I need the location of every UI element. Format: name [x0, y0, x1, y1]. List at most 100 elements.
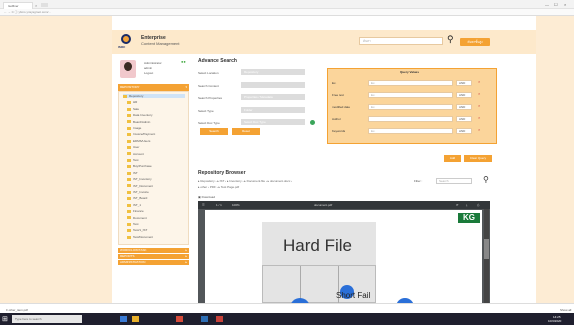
taskbar-search[interactable]: Type here to search [12, 315, 82, 323]
query-input[interactable]: Ex. [368, 80, 453, 86]
tree-item[interactable]: User [127, 145, 188, 149]
operator-select[interactable]: AND [456, 116, 472, 122]
close-icon[interactable]: × [35, 3, 37, 8]
tree-item[interactable]: Test [127, 158, 188, 162]
remove-icon[interactable]: × [478, 91, 480, 96]
tree-item[interactable]: Invoice/Payment [127, 132, 188, 136]
tree-item[interactable]: EDMS/Users [127, 139, 188, 143]
properties-field[interactable]: Properties / Metadata [241, 94, 305, 100]
content-field[interactable] [241, 82, 305, 88]
folder-icon [127, 209, 131, 213]
advance-search-button[interactable]: ค้นหาขั้นสูง [460, 38, 490, 46]
tree-item[interactable]: Test/1_IST [127, 228, 188, 233]
query-input[interactable]: Ex. [368, 92, 453, 98]
show-all-link[interactable]: Show all [560, 308, 571, 312]
viewer-scrollbar[interactable] [484, 209, 489, 303]
download-item[interactable]: ≡ other_item.pdf [6, 308, 28, 312]
print-icon[interactable]: ⎙ [477, 203, 479, 207]
operator-select[interactable]: AND [456, 104, 472, 110]
tree-item-label: Repository [129, 94, 144, 98]
chevron-right-icon: ▸ [185, 254, 187, 258]
tree-item[interactable]: Board/Admin [127, 120, 188, 124]
search-icon[interactable]: ⚲ [483, 175, 489, 184]
query-label: Free text [332, 93, 344, 97]
tree-item-label: Test/1_IST [133, 228, 148, 233]
tree-item[interactable]: IST_1 [127, 203, 188, 207]
tree-item[interactable]: Account [127, 152, 188, 156]
tree-item[interactable]: IST_Invoice [127, 190, 188, 194]
tree-item-label: Image [133, 126, 142, 130]
tree-item[interactable]: Finance [127, 209, 188, 213]
filter-input[interactable]: Search [436, 178, 472, 184]
search-button[interactable]: Search [200, 128, 228, 135]
operator-select[interactable]: AND [456, 92, 472, 98]
remove-icon[interactable]: × [478, 79, 480, 84]
tree-item[interactable]: Document [127, 216, 188, 220]
powerpoint-icon[interactable] [216, 316, 223, 322]
sidebar-section-workflow[interactable]: WORKFLOW/TASK ▸ [118, 248, 189, 253]
location-field[interactable]: Repository [241, 69, 305, 75]
tree-item[interactable]: Repository [123, 94, 185, 98]
menu-icon[interactable]: ☰ [202, 203, 205, 207]
folder-icon[interactable] [132, 316, 139, 322]
brand-logo: KG [458, 213, 480, 223]
browser-tab[interactable]: Isolfiner [3, 2, 33, 9]
tree-item[interactable]: IST_Board [127, 196, 188, 200]
tree-item[interactable]: Data Inventory [127, 113, 188, 117]
folder-icon [127, 171, 131, 175]
tree-item[interactable]: IST_Inventory [127, 177, 188, 181]
new-tab-button[interactable] [41, 3, 48, 7]
tree-item[interactable]: Buy/Purchase [127, 164, 188, 168]
operator-select[interactable]: AND [456, 128, 472, 134]
type-select[interactable]: Folder [241, 107, 305, 113]
reset-button[interactable]: Reset [232, 128, 260, 135]
windows-start-icon[interactable]: ⊞ [2, 315, 8, 323]
tree-item[interactable]: HR [127, 100, 188, 104]
breadcrumb[interactable]: ▸ Repository › ▸ IST › ▸ Inventory › ▸ D… [198, 179, 292, 183]
search-icon[interactable]: ⚲ [447, 35, 454, 44]
download-icon[interactable]: ⤓ [466, 203, 467, 207]
rotate-icon[interactable]: ⟳ [456, 203, 459, 207]
taskbar-app-icon[interactable] [120, 316, 127, 322]
operator-select[interactable]: AND [456, 80, 472, 86]
tree-item[interactable]: Image [127, 126, 188, 130]
clear-query-button[interactable]: Clear Query [464, 155, 492, 162]
add-query-button[interactable]: Add [444, 155, 461, 162]
tree-item[interactable]: IST_Document [127, 184, 188, 188]
remove-icon[interactable]: × [478, 127, 480, 132]
download-link[interactable]: ▣ Download [198, 195, 215, 199]
tree-item[interactable]: Test/Document [127, 235, 188, 239]
remove-icon[interactable]: × [478, 103, 480, 108]
viewer-page-number[interactable]: 1 / 1 [216, 203, 222, 207]
tree-item[interactable]: Sale [127, 107, 188, 111]
window-close-icon[interactable]: × [564, 2, 566, 7]
url-text[interactable]: ← → C ⓘ ybms.ynsysgroot.com/... [4, 10, 51, 15]
logout-link[interactable]: Logout [144, 71, 153, 75]
query-input[interactable] [368, 116, 453, 122]
page-subheading: Short Fail [336, 291, 371, 300]
breadcrumb-line-2[interactable]: ▸ other › PDF › ▸ Test Page.pdf [198, 185, 239, 189]
sidebar-section-admin[interactable]: ADMINISTRATION ▸ [118, 260, 189, 265]
folder-icon [127, 222, 131, 226]
doc-type-select[interactable]: Select Doc Type [241, 119, 305, 125]
field-label: Search Content [198, 84, 219, 88]
tree-item[interactable]: Test [127, 222, 188, 226]
query-input[interactable]: Ex. [368, 104, 453, 110]
add-icon[interactable] [310, 120, 315, 125]
advance-search-title: Advance Search [198, 58, 237, 64]
remove-icon[interactable]: × [478, 115, 480, 120]
query-input[interactable]: Ex. [368, 128, 453, 134]
folder-icon [127, 152, 131, 156]
repository-header[interactable]: REPOSITORY ▾ [118, 84, 189, 91]
word-icon[interactable] [201, 316, 208, 322]
header-search-input[interactable]: ค้นหา [359, 37, 443, 45]
minimize-icon[interactable]: — [545, 2, 549, 7]
chrome-icon[interactable] [176, 316, 183, 322]
zoom-level[interactable]: 100% [232, 203, 240, 207]
scrollbar-thumb[interactable] [484, 239, 489, 259]
browser-tab-title: Isolfiner [8, 4, 19, 8]
maximize-icon[interactable]: ☐ [554, 2, 558, 7]
tree-item[interactable]: IST [127, 171, 188, 175]
sidebar-section-reports[interactable]: REPORTS ▸ [118, 254, 189, 259]
query-label: modified date [332, 105, 351, 109]
